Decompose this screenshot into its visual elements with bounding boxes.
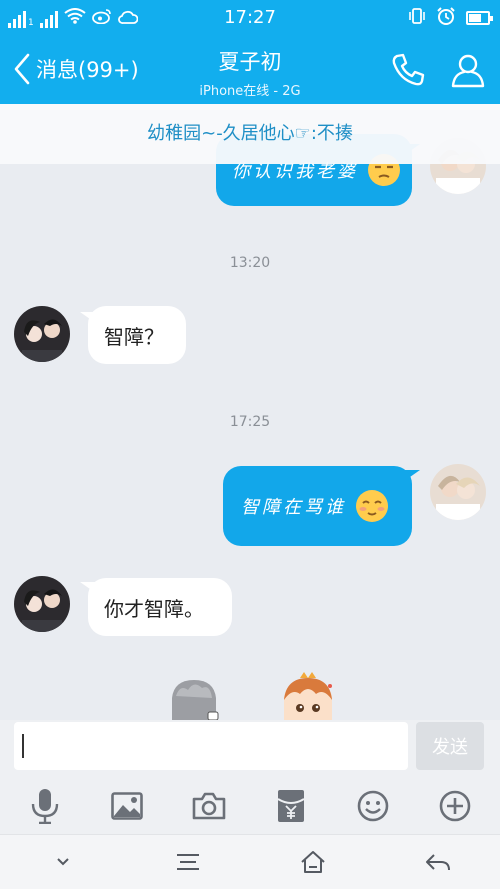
message-input[interactable]	[14, 722, 408, 770]
message-bubble-sent[interactable]: 智障在骂谁	[223, 466, 412, 546]
vibrate-icon	[408, 7, 426, 29]
timestamp: 13:20	[229, 255, 271, 271]
home-button[interactable]	[288, 842, 338, 882]
emoji-icon	[357, 790, 389, 822]
voice-button[interactable]	[24, 785, 66, 827]
contact-title[interactable]: 夏子初 iPhone在线 - 2G	[150, 46, 350, 99]
emoji-button[interactable]	[352, 785, 394, 827]
phone-icon	[392, 53, 425, 86]
back-arrow-icon	[425, 854, 450, 871]
chat-area[interactable]: 你认识我老婆 13:20 智障？ 17:25 智障在骂谁 你才智障。	[0, 104, 500, 724]
message-text: 智障？	[104, 324, 164, 349]
blushing-emoji-icon	[356, 490, 388, 522]
message-bubble-received[interactable]: 你才智障。	[88, 578, 232, 636]
chevron-left-icon	[14, 53, 30, 85]
contact-name: 夏子初	[218, 50, 282, 74]
call-button[interactable]	[388, 50, 428, 90]
battery-icon	[466, 11, 493, 25]
text-caret	[22, 734, 24, 758]
home-icon	[300, 851, 325, 873]
message-bubble-received[interactable]: 智障？	[88, 306, 186, 364]
menu-button[interactable]	[163, 842, 213, 882]
profile-button[interactable]	[448, 50, 488, 90]
message-text: 智障在骂谁	[241, 497, 346, 518]
back-nav-button[interactable]	[413, 842, 463, 882]
alarm-icon	[436, 6, 456, 30]
camera-icon	[192, 792, 226, 820]
status-right	[408, 6, 493, 30]
back-label: 消息(99+)	[36, 58, 139, 82]
red-packet-button[interactable]	[270, 785, 312, 827]
hide-keyboard-button[interactable]	[38, 842, 88, 882]
contact-avatar[interactable]	[14, 576, 70, 632]
gray-character-sticker-icon	[172, 680, 219, 722]
plus-icon	[439, 790, 471, 822]
input-bar: 发送	[0, 720, 500, 778]
back-button[interactable]: 消息(99+)	[12, 52, 139, 86]
camera-button[interactable]	[188, 785, 230, 827]
contact-avatar[interactable]	[14, 306, 70, 362]
photo-button[interactable]	[106, 785, 148, 827]
menu-icon	[176, 854, 199, 870]
chevron-down-icon	[56, 858, 69, 866]
microphone-icon	[31, 789, 59, 824]
my-avatar[interactable]	[430, 464, 486, 520]
more-button[interactable]	[434, 785, 476, 827]
status-bar: 1 17:27	[0, 0, 500, 36]
input-toolbar	[0, 778, 500, 834]
title-bar: 消息(99+) 夏子初 iPhone在线 - 2G	[0, 36, 500, 104]
red-packet-icon	[277, 790, 305, 822]
timestamp: 17:25	[229, 414, 271, 430]
boy-character-sticker-icon	[284, 672, 332, 722]
contact-banner[interactable]: 幼稚园~-久居他心☞:不揍	[0, 104, 500, 164]
message-text: 你才智障。	[104, 596, 204, 621]
banner-text: 幼稚园~-久居他心☞:不揍	[147, 123, 353, 144]
image-icon	[111, 792, 143, 820]
person-icon	[451, 54, 485, 88]
sticker-peek	[0, 672, 500, 722]
system-nav-bar	[0, 834, 500, 889]
contact-status: iPhone在线 - 2G	[199, 84, 301, 99]
send-button[interactable]: 发送	[416, 722, 484, 770]
